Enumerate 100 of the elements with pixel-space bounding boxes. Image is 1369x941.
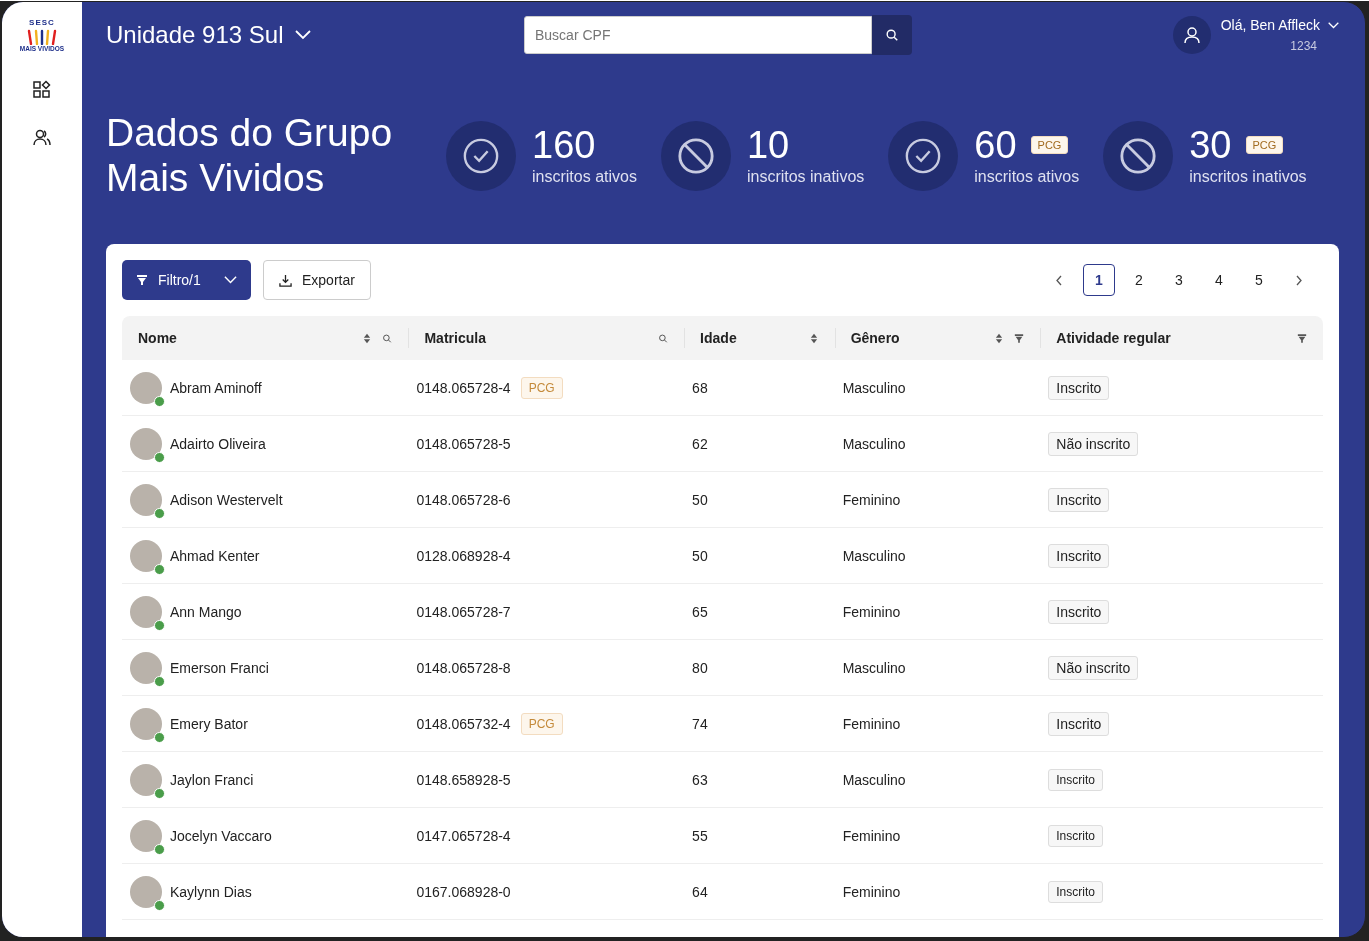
avatar-photo-placeholder xyxy=(130,371,162,404)
matricula-cell: 0148.065728-7 xyxy=(416,603,511,620)
page-button[interactable]: 4 xyxy=(1203,264,1235,296)
avatar-photo-placeholder xyxy=(130,707,162,740)
name-cell: Abram Aminoff xyxy=(170,379,262,396)
name-cell: Jocelyn Vaccaro xyxy=(170,827,272,844)
name-cell: Emerson Franci xyxy=(170,659,269,676)
filter-icon[interactable] xyxy=(1014,332,1025,344)
chevron-down-icon xyxy=(1328,21,1339,29)
chevron-down-icon xyxy=(224,276,237,284)
blocked-icon xyxy=(676,137,715,175)
stat-label: inscritos ativos xyxy=(532,168,637,186)
search-icon xyxy=(658,332,669,344)
search-field[interactable]: Buscar CPF xyxy=(524,16,872,54)
activity-tag: Inscrito xyxy=(1048,599,1110,624)
gender-cell: Masculino xyxy=(842,379,906,396)
stat-label: inscritos ativos xyxy=(974,168,1080,186)
pcg-tag: PCG xyxy=(520,712,563,735)
pcg-tag: PCG xyxy=(520,376,563,399)
age-cell: 65 xyxy=(692,603,708,620)
user-avatar[interactable] xyxy=(1172,16,1211,54)
check-circle-icon xyxy=(462,137,500,175)
activity-tag: Inscrito xyxy=(1048,768,1103,791)
gender-cell: Masculino xyxy=(842,771,906,788)
gender-cell: Masculino xyxy=(842,659,906,676)
filter-icon[interactable] xyxy=(136,274,148,286)
gender-cell: Masculino xyxy=(842,547,906,564)
name-cell: Ahmad Kenter xyxy=(170,547,260,564)
page-button[interactable]: 2 xyxy=(1123,264,1155,296)
age-cell: 63 xyxy=(692,771,708,788)
avatar-photo-placeholder xyxy=(130,875,162,908)
sort-icon[interactable] xyxy=(362,332,373,344)
name-cell: Jaylon Franci xyxy=(170,771,254,788)
avatar-photo-placeholder xyxy=(130,539,162,572)
age-cell: 55 xyxy=(692,827,708,844)
matricula-cell: 0148.065728-5 xyxy=(416,435,511,452)
activity-tag: Inscrito xyxy=(1048,711,1110,736)
age-cell: 64 xyxy=(692,883,708,900)
dashboard-icon[interactable] xyxy=(32,80,52,100)
gender-cell: Feminino xyxy=(842,715,901,732)
users-icon[interactable] xyxy=(32,128,52,148)
gender-cell: Feminino xyxy=(842,603,901,620)
chevron-left-icon xyxy=(1056,274,1062,286)
matricula-cell: 0148.065728-4 xyxy=(416,379,511,396)
chevron-down-icon xyxy=(295,30,312,40)
logo-text: SESC xyxy=(29,18,55,27)
gender-cell: Feminino xyxy=(842,491,901,508)
page-button[interactable]: 5 xyxy=(1243,264,1275,296)
column-header: Gênero xyxy=(850,330,900,346)
search-icon xyxy=(885,28,899,42)
column-header: Atividade regular xyxy=(1056,330,1171,346)
user-greeting[interactable]: Olá, Ben Affleck xyxy=(1220,17,1320,33)
age-cell: 62 xyxy=(692,435,708,452)
name-cell: Adison Westervelt xyxy=(170,491,283,508)
page-title: Dados do Grupo Mais Vividos xyxy=(106,111,394,201)
check-circle-icon xyxy=(904,137,943,175)
column-header: Idade xyxy=(700,330,737,346)
name-cell: Kaylynn Dias xyxy=(170,883,252,900)
matricula-cell: 0148.065728-6 xyxy=(416,491,511,508)
search-icon xyxy=(382,332,393,344)
page-button[interactable]: 3 xyxy=(1163,264,1195,296)
matricula-cell: 0147.065728-4 xyxy=(416,827,511,844)
avatar-photo-placeholder xyxy=(130,427,162,460)
filter-icon[interactable] xyxy=(1297,332,1307,344)
stat-value: 160 xyxy=(532,126,596,164)
stat-label: inscritos inativos xyxy=(746,168,865,186)
pcg-tag: PCG xyxy=(1030,136,1069,154)
name-cell: Adairto Oliveira xyxy=(170,435,266,452)
page-button[interactable]: 1 xyxy=(1083,264,1115,296)
export-button[interactable]: Exportar xyxy=(263,260,371,300)
sort-icon[interactable] xyxy=(994,332,1005,344)
column-header: Nome xyxy=(138,330,177,346)
name-cell: Ann Mango xyxy=(170,603,242,620)
stat-value: 30 xyxy=(1189,126,1232,164)
activity-tag: Inscrito xyxy=(1048,824,1103,847)
activity-tag: Inscrito xyxy=(1048,487,1110,512)
chevron-right-icon xyxy=(1296,274,1302,286)
activity-tag: Inscrito xyxy=(1048,543,1110,568)
user-code: 1234 xyxy=(1290,39,1317,53)
stat-label: inscritos inativos xyxy=(1189,168,1307,186)
search-button[interactable] xyxy=(872,15,912,55)
activity-tag: Não inscrito xyxy=(1048,431,1139,456)
matricula-cell: 0167.068928-0 xyxy=(416,883,511,900)
sort-icon[interactable] xyxy=(808,332,819,344)
gender-cell: Feminino xyxy=(842,827,901,844)
filter-button[interactable]: Filtro/1 xyxy=(122,260,251,300)
avatar-photo-placeholder xyxy=(130,595,162,628)
age-cell: 80 xyxy=(692,659,708,676)
avatar-photo-placeholder xyxy=(130,651,162,684)
name-cell: Emery Bator xyxy=(170,715,248,732)
stat-value: 60 xyxy=(974,126,1017,164)
people-logo-icon xyxy=(25,27,59,45)
matricula-cell: 0128.068928-4 xyxy=(416,547,511,564)
matricula-cell: 0148.658928-5 xyxy=(416,771,511,788)
blocked-icon xyxy=(1119,137,1158,175)
download-icon xyxy=(279,273,292,287)
avatar-photo-placeholder xyxy=(130,819,162,852)
column-header: Matricula xyxy=(424,330,486,346)
matricula-cell: 0148.065728-8 xyxy=(416,659,511,676)
unit-title[interactable]: Unidade 913 Sul xyxy=(106,21,284,49)
